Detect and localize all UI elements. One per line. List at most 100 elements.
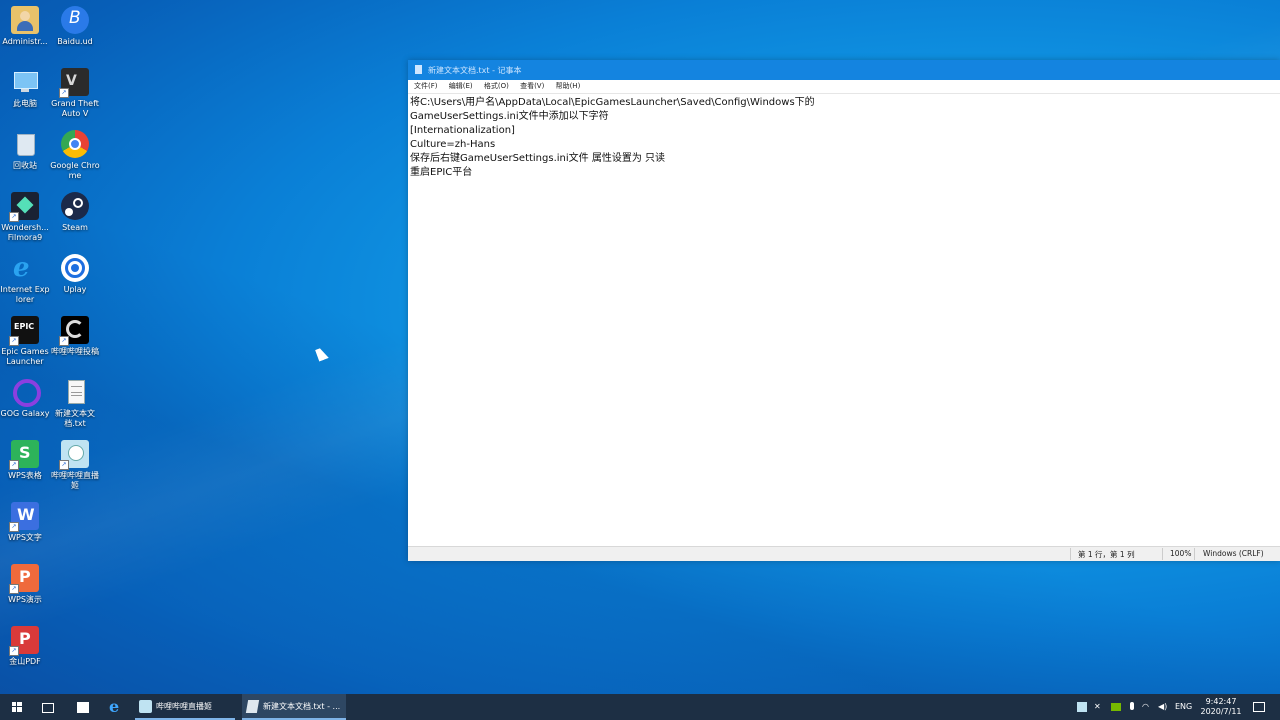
bilibili-live-icon: ↗ — [59, 440, 89, 470]
notepad-icon — [245, 700, 260, 713]
windows-logo-icon — [12, 702, 22, 712]
desktop-icon-label: Wondersh... Filmora9 — [1, 223, 49, 242]
volume-icon[interactable]: ◀) — [1158, 694, 1170, 720]
notification-icon — [1253, 702, 1265, 712]
nvidia-icon[interactable] — [1111, 694, 1123, 720]
wps-writer-icon: W ↗ — [9, 502, 39, 532]
desktop-icon-uplay[interactable]: Uplay — [50, 254, 100, 295]
internet-explorer-icon: e — [13, 253, 30, 283]
desktop-icon-label: Steam — [62, 223, 88, 232]
clock[interactable]: 9:42:47 2020/7/11 — [1198, 694, 1244, 720]
status-bar: 第 1 行，第 1 列 100% Windows (CRLF) — [408, 546, 1280, 561]
desktop-icon-label: Administr... — [2, 37, 48, 46]
desktop-icon-steam[interactable]: Steam — [50, 192, 100, 233]
text-editor[interactable]: 将C:\Users\用户名\AppData\Local\EpicGamesLau… — [408, 94, 1280, 180]
desktop-icon-label: Uplay — [63, 285, 87, 294]
wps-spreadsheet-icon: S ↗ — [9, 440, 39, 470]
desktop-icon-kingsoft-pdf[interactable]: P ↗ 金山PDF — [0, 626, 50, 667]
store-bag-icon — [77, 702, 89, 713]
desktop-icon-epic-games[interactable]: EPIC ↗ Epic Games Launcher — [0, 316, 50, 367]
desktop-icon-label: WPS表格 — [8, 471, 42, 480]
desktop-icon-wps-spreadsheet[interactable]: S ↗ WPS表格 — [0, 440, 50, 481]
desktop-icon-gta-v[interactable]: V ↗ Grand Theft Auto V — [50, 68, 100, 119]
desktop-icon-text-file[interactable]: 新建文本文档.txt — [50, 378, 100, 429]
computer-icon — [11, 68, 39, 96]
desktop-icon-label: Baidu.ud — [57, 37, 93, 46]
wifi-icon[interactable]: ◠ — [1142, 694, 1154, 720]
zoom-level: 100% — [1170, 549, 1192, 558]
desktop-icon-label: WPS文字 — [8, 533, 42, 542]
notification-center-button[interactable] — [1252, 694, 1266, 720]
desktop-icon-wps-writer[interactable]: W ↗ WPS文字 — [0, 502, 50, 543]
baidu-cloud-icon: B — [61, 6, 89, 34]
desktop-icon-administrator[interactable]: Administr... — [0, 6, 50, 47]
desktop-icon-label: 回收站 — [13, 161, 37, 170]
desktop-icon-label: 哔哩哔哩投稿 — [51, 347, 99, 356]
status-divider — [1162, 548, 1163, 560]
wps-presentation-icon: P ↗ — [9, 564, 39, 594]
epic-games-icon: EPIC ↗ — [9, 316, 39, 346]
status-divider — [1070, 548, 1071, 560]
edge-button[interactable]: e — [106, 694, 124, 720]
menu-format[interactable]: 格式(O) — [484, 80, 509, 93]
bilibili-live-icon — [139, 700, 152, 713]
user-folder-icon — [11, 6, 39, 34]
menu-bar: 文件(F) 编辑(E) 格式(O) 查看(V) 帮助(H) — [408, 80, 1280, 94]
taskbar: e 哔哩哔哩直播姬 新建文本文档.txt - ... ✕ ◠ ◀) ENG 9:… — [0, 694, 1280, 720]
menu-help[interactable]: 帮助(H) — [556, 80, 581, 93]
desktop-icon-internet-explorer[interactable]: e Internet Explorer — [0, 254, 50, 305]
filmora-icon: ↗ — [9, 192, 39, 222]
chrome-icon — [61, 130, 89, 158]
desktop-icon-baidu[interactable]: B Baidu.ud — [50, 6, 100, 47]
desktop-icon-bilibili-upload[interactable]: ↗ 哔哩哔哩投稿 — [50, 316, 100, 357]
task-view-button[interactable] — [40, 694, 56, 720]
notepad-app-icon — [415, 65, 422, 74]
desktop-icon-label: GOG Galaxy — [0, 409, 50, 418]
clock-time: 9:42:47 — [1205, 697, 1237, 706]
window-title: 新建文本文档.txt - 记事本 — [428, 66, 522, 75]
desktop-icon-label: 哔哩哔哩直播姬 — [51, 471, 99, 490]
line-ending: Windows (CRLF) — [1203, 549, 1264, 558]
desktop-icon-chrome[interactable]: Google Chrome — [50, 130, 100, 181]
store-button[interactable] — [74, 694, 92, 720]
clock-date: 2020/7/11 — [1200, 707, 1242, 716]
task-view-icon — [42, 703, 54, 713]
recycle-bin-icon — [11, 130, 39, 158]
desktop-icon-label: Epic Games Launcher — [1, 347, 49, 366]
gta-v-icon: V ↗ — [59, 68, 89, 98]
uplay-icon — [61, 254, 89, 282]
desktop-icon-filmora[interactable]: ↗ Wondersh... Filmora9 — [0, 192, 50, 243]
microphone-icon[interactable] — [1127, 694, 1137, 720]
notepad-title-bar[interactable]: 新建文本文档.txt - 记事本 — [408, 60, 1280, 80]
edge-icon: e — [109, 697, 120, 716]
menu-view[interactable]: 查看(V) — [520, 80, 544, 93]
desktop-icon-wps-presentation[interactable]: P ↗ WPS演示 — [0, 564, 50, 605]
desktop-icon-label: WPS演示 — [8, 595, 42, 604]
tray-app-icon[interactable] — [1077, 694, 1089, 720]
status-divider — [1194, 548, 1195, 560]
cursor-position: 第 1 行，第 1 列 — [1078, 550, 1135, 559]
pdf-icon: P ↗ — [9, 626, 39, 656]
taskbar-app-label: 新建文本文档.txt - ... — [263, 702, 341, 711]
steam-icon — [61, 192, 89, 220]
gog-galaxy-icon — [11, 378, 41, 407]
menu-file[interactable]: 文件(F) — [414, 80, 438, 93]
taskbar-app-label: 哔哩哔哩直播姬 — [156, 702, 212, 711]
taskbar-app-bilibili-live[interactable]: 哔哩哔哩直播姬 — [135, 694, 235, 720]
taskbar-app-notepad[interactable]: 新建文本文档.txt - ... — [242, 694, 346, 720]
text-file-icon — [61, 378, 89, 406]
desktop-icon-label: Google Chrome — [50, 161, 100, 180]
input-language[interactable]: ENG — [1175, 694, 1195, 720]
desktop-icon-label: 金山PDF — [9, 657, 41, 666]
desktop-icon-bilibili-live[interactable]: ↗ 哔哩哔哩直播姬 — [50, 440, 100, 491]
menu-edit[interactable]: 编辑(E) — [449, 80, 473, 93]
desktop-icon-label: 新建文本文档.txt — [55, 409, 95, 428]
desktop-icon-recycle-bin[interactable]: 回收站 — [0, 130, 50, 171]
desktop-icon-label: Grand Theft Auto V — [51, 99, 99, 118]
desktop-icon-this-pc[interactable]: 此电脑 — [0, 68, 50, 109]
start-button[interactable] — [8, 694, 26, 720]
desktop-icon-gog-galaxy[interactable]: GOG Galaxy — [0, 378, 50, 419]
network-status-icon[interactable]: ✕ — [1094, 694, 1106, 720]
mouse-cursor — [315, 346, 329, 362]
notepad-window: 新建文本文档.txt - 记事本 文件(F) 编辑(E) 格式(O) 查看(V)… — [408, 60, 1280, 561]
